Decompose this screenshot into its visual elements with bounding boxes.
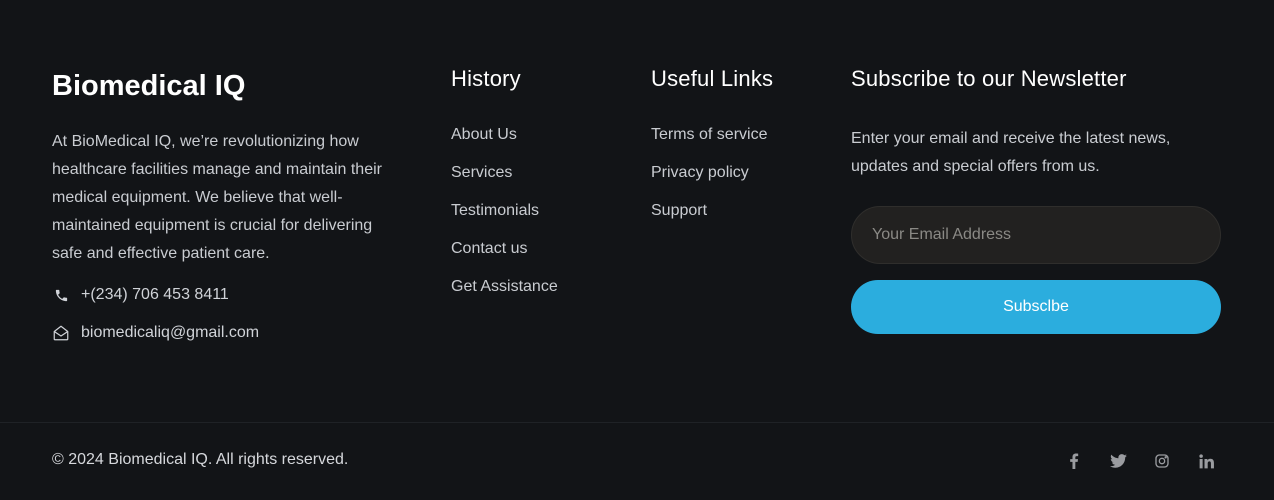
link-terms-of-service[interactable]: Terms of service xyxy=(651,126,767,164)
history-link-contact-us[interactable]: Contact us xyxy=(451,240,558,278)
history-link-services[interactable]: Services xyxy=(451,164,558,202)
link-privacy-policy[interactable]: Privacy policy xyxy=(651,164,767,202)
footer-divider xyxy=(0,422,1274,423)
newsletter-description: Enter your email and receive the latest … xyxy=(851,130,1171,175)
contact-email[interactable]: biomedicaliq@gmail.com xyxy=(52,324,259,342)
history-link-get-assistance[interactable]: Get Assistance xyxy=(451,278,558,316)
history-links: About Us Services Testimonials Contact u… xyxy=(451,126,558,316)
link-support[interactable]: Support xyxy=(651,202,767,240)
history-link-about-us[interactable]: About Us xyxy=(451,126,558,164)
email-address: biomedicaliq@gmail.com xyxy=(81,324,260,341)
instagram-icon[interactable] xyxy=(1151,450,1173,472)
envelope-open-icon xyxy=(52,324,70,342)
newsletter-heading: Subscribe to our Newsletter xyxy=(851,66,1127,91)
newsletter-email-input[interactable] xyxy=(851,206,1221,264)
useful-links-heading: Useful Links xyxy=(651,66,774,91)
twitter-icon[interactable] xyxy=(1107,450,1129,472)
facebook-icon[interactable] xyxy=(1063,450,1085,472)
subscribe-button[interactable]: Subsclbe xyxy=(851,280,1221,334)
brand-description: At BioMedical IQ, we’re revolutionizing … xyxy=(52,133,382,262)
social-links xyxy=(1063,450,1217,472)
phone-number: +(234) 706 453 8411 xyxy=(81,286,229,303)
phone-icon xyxy=(52,286,70,304)
brand-title: Biomedical IQ xyxy=(52,70,246,102)
site-footer: Biomedical IQ At BioMedical IQ, we’re re… xyxy=(0,0,1274,422)
copyright-text: © 2024 Biomedical IQ. All rights reserve… xyxy=(52,451,349,468)
contact-phone[interactable]: +(234) 706 453 8411 xyxy=(52,286,229,304)
useful-links-list: Terms of service Privacy policy Support xyxy=(651,126,767,240)
linkedin-icon[interactable] xyxy=(1195,450,1217,472)
history-heading: History xyxy=(451,66,521,91)
history-link-testimonials[interactable]: Testimonials xyxy=(451,202,558,240)
